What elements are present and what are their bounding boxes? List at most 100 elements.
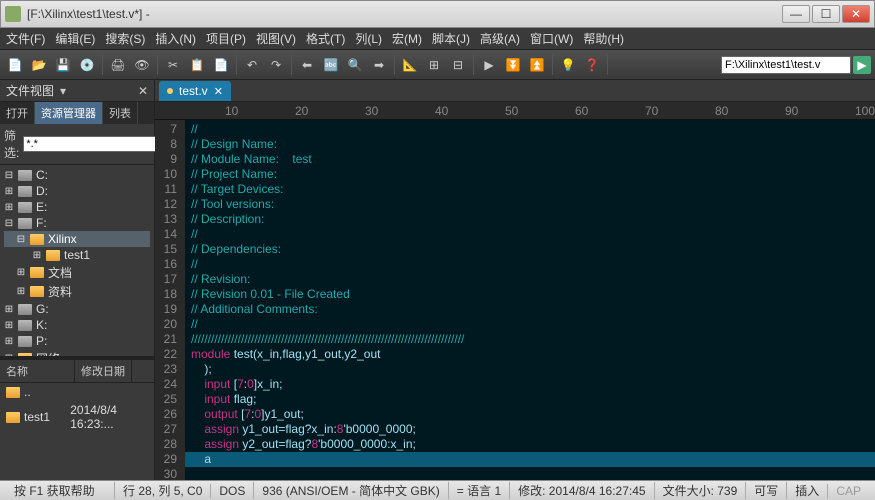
sidebar-dropdown-icon[interactable]: ▾	[60, 84, 66, 98]
toolbar-button[interactable]: ➡	[368, 54, 390, 76]
drive-icon	[18, 170, 32, 181]
close-button[interactable]: ✕	[842, 5, 870, 23]
expand-icon[interactable]: ⊞	[4, 304, 14, 315]
toolbar-button[interactable]: 👁	[131, 54, 153, 76]
sidebar-tab[interactable]: 资源管理器	[35, 102, 103, 124]
toolbar-button[interactable]: ⬅	[296, 54, 318, 76]
tree-item[interactable]: ⊞G:	[4, 301, 150, 317]
tree-label: C:	[36, 168, 48, 182]
menu-item[interactable]: 脚本(J)	[432, 30, 470, 47]
maximize-button[interactable]: ☐	[812, 5, 840, 23]
toolbar-button[interactable]: ↷	[265, 54, 287, 76]
expand-icon[interactable]: ⊞	[16, 267, 26, 278]
toolbar: 📄📂💾💿🖨👁✂📋📄↶↷⬅🔤🔍➡📐⊞⊟▶⏬⏫💡❓▶	[0, 50, 875, 80]
editor-tab[interactable]: test.v ✕	[159, 81, 231, 101]
drive-icon	[18, 218, 32, 229]
editor-area: test.v ✕ 102030405060708090100110 789101…	[155, 80, 875, 480]
column-header[interactable]: 名称	[0, 360, 75, 382]
toolbar-button[interactable]: 💿	[76, 54, 98, 76]
status-language[interactable]: = 语言 1	[448, 482, 509, 499]
line-gutter: 7891011121314151617181920212223242526272…	[155, 120, 185, 480]
drive-icon	[18, 320, 32, 331]
minimize-button[interactable]: —	[782, 5, 810, 23]
expand-icon[interactable]: ⊞	[4, 202, 14, 213]
tree-label: D:	[36, 184, 48, 198]
menu-item[interactable]: 高级(A)	[480, 30, 520, 47]
toolbar-button[interactable]: ⊞	[423, 54, 445, 76]
expand-icon[interactable]: ⊞	[4, 186, 14, 197]
sidebar-close-icon[interactable]: ✕	[138, 84, 148, 98]
toolbar-button[interactable]: 🔤	[320, 54, 342, 76]
tree-item[interactable]: ⊞资料	[4, 282, 150, 301]
code-lines[interactable]: //// Design Name:// Module Name: test// …	[185, 120, 875, 480]
sidebar: 文件视图 ▾ ✕ 打开资源管理器列表 筛选: ▸ ⊟C:⊞D:⊞E:⊟F:⊟Xi…	[0, 80, 155, 480]
expand-icon[interactable]: ⊟	[4, 170, 14, 181]
expand-icon[interactable]: ⊞	[32, 250, 42, 261]
ruler: 102030405060708090100110	[155, 102, 875, 120]
tree-label: 文档	[48, 264, 72, 281]
path-input[interactable]	[721, 56, 851, 74]
expand-icon[interactable]: ⊞	[16, 286, 26, 297]
toolbar-button[interactable]: ⏬	[502, 54, 524, 76]
filter-input[interactable]	[23, 136, 171, 152]
menu-item[interactable]: 项目(P)	[206, 30, 246, 47]
expand-icon[interactable]: ⊞	[4, 320, 14, 331]
menu-item[interactable]: 列(L)	[355, 30, 382, 47]
tree-item[interactable]: ⊞ D:	[4, 183, 150, 199]
tree-item[interactable]: ⊞P:	[4, 333, 150, 349]
tree-item[interactable]: ⊟Xilinx	[4, 231, 150, 247]
toolbar-button[interactable]: ▶	[478, 54, 500, 76]
status-modified: 修改: 2014/8/4 16:27:45	[509, 482, 653, 499]
status-insert[interactable]: 插入	[786, 482, 827, 499]
toolbar-button[interactable]: 📄	[210, 54, 232, 76]
toolbar-button[interactable]: ⏫	[526, 54, 548, 76]
toolbar-button[interactable]: 🖨	[107, 54, 129, 76]
tree-item[interactable]: ⊞test1	[4, 247, 150, 263]
tree-label: F:	[36, 216, 47, 230]
toolbar-button[interactable]: 🔍	[344, 54, 366, 76]
menu-item[interactable]: 格式(T)	[306, 30, 345, 47]
tree-item[interactable]: ⊞网络	[4, 349, 150, 356]
sidebar-tab[interactable]: 列表	[103, 102, 138, 124]
toolbar-button[interactable]: 💾	[52, 54, 74, 76]
list-body[interactable]: ..test12014/8/4 16:23:...	[0, 383, 154, 480]
menu-item[interactable]: 搜索(S)	[105, 30, 145, 47]
tree-item[interactable]: ⊞K:	[4, 317, 150, 333]
tab-close-icon[interactable]: ✕	[214, 85, 223, 98]
tree-item[interactable]: ⊟ F:	[4, 215, 150, 231]
toolbar-button[interactable]: 📄	[4, 54, 26, 76]
toolbar-button[interactable]: 📐	[399, 54, 421, 76]
menu-item[interactable]: 编辑(E)	[55, 30, 95, 47]
toolbar-button[interactable]: ✂	[162, 54, 184, 76]
toolbar-button[interactable]: ❓	[581, 54, 603, 76]
menu-item[interactable]: 插入(N)	[155, 30, 196, 47]
list-item[interactable]: test12014/8/4 16:23:...	[0, 401, 154, 433]
toolbar-button[interactable]: ↶	[241, 54, 263, 76]
tree-item[interactable]: ⊟ C:	[4, 167, 150, 183]
file-tree[interactable]: ⊟C:⊞D:⊞E:⊟F:⊟Xilinx⊞test1⊞文档⊞资料⊞G:⊞K:⊞P:…	[0, 165, 154, 356]
toolbar-button[interactable]: 📋	[186, 54, 208, 76]
menu-item[interactable]: 视图(V)	[256, 30, 296, 47]
list-item[interactable]: ..	[0, 383, 154, 401]
sidebar-tab[interactable]: 打开	[0, 102, 35, 124]
folder-icon	[30, 286, 44, 297]
menu-item[interactable]: 帮助(H)	[583, 30, 624, 47]
tree-item[interactable]: ⊞E:	[4, 199, 150, 215]
expand-icon[interactable]: ⊟	[16, 234, 26, 245]
code-editor[interactable]: 7891011121314151617181920212223242526272…	[155, 120, 875, 480]
path-go-button[interactable]: ▶	[853, 56, 871, 74]
toolbar-button[interactable]: 💡	[557, 54, 579, 76]
menu-item[interactable]: 窗口(W)	[530, 30, 573, 47]
app-icon	[5, 6, 21, 22]
menu-item[interactable]: 宏(M)	[392, 30, 422, 47]
toolbar-button[interactable]: ⊟	[447, 54, 469, 76]
expand-icon[interactable]: ⊟	[4, 218, 14, 229]
drive-icon	[18, 336, 32, 347]
window-title: [F:\Xilinx\test1\test.v*] -	[27, 7, 782, 21]
menu-item[interactable]: 文件(F)	[6, 30, 45, 47]
tree-item[interactable]: ⊞ 文档	[4, 263, 150, 282]
column-header[interactable]: 修改日期	[75, 360, 132, 382]
drive-icon	[18, 304, 32, 315]
toolbar-button[interactable]: 📂	[28, 54, 50, 76]
expand-icon[interactable]: ⊞	[4, 336, 14, 347]
